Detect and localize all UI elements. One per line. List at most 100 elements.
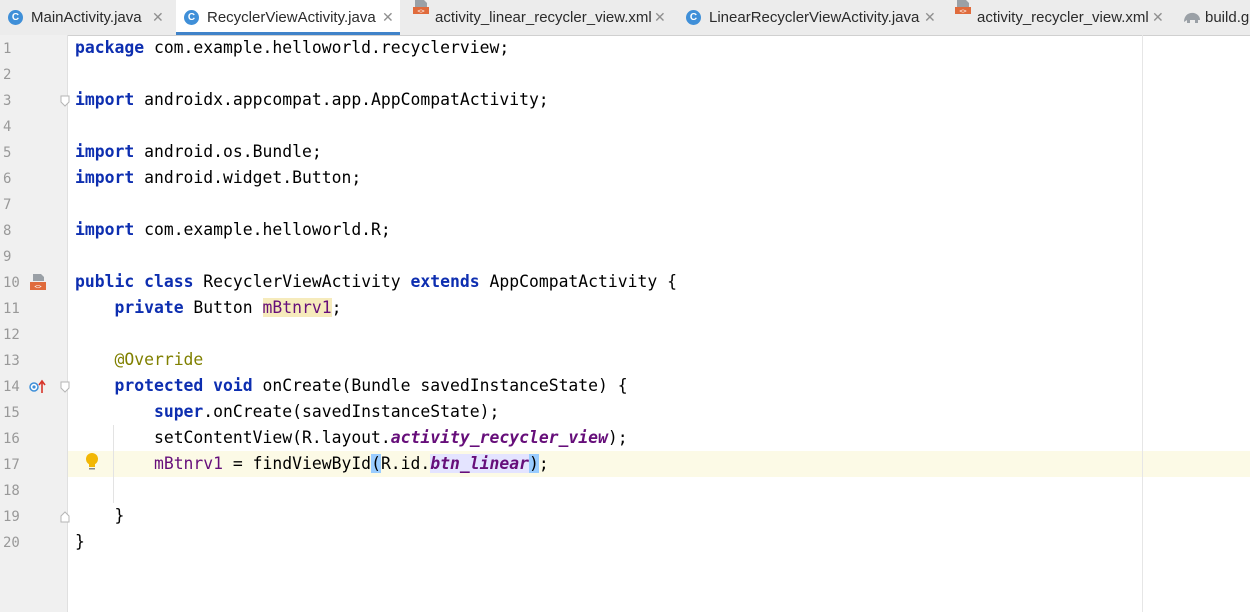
- code-line: import android.os.Bundle;: [75, 139, 322, 165]
- code-text: ;: [331, 298, 342, 317]
- class-name: RecyclerViewActivity: [193, 272, 411, 291]
- code-line: import androidx.appcompat.app.AppCompatA…: [75, 87, 549, 113]
- code-text: com.example.helloworld.recyclerview;: [144, 38, 510, 57]
- line-number: 15: [3, 405, 20, 421]
- line-number: 17: [3, 457, 20, 473]
- line-number: 5: [3, 145, 12, 161]
- code-line: }: [75, 503, 124, 529]
- gradle-elephant-icon: [1184, 12, 1200, 23]
- code-line: import android.widget.Button;: [75, 165, 361, 191]
- tab-label: activity_linear_recycler_view.xml: [435, 9, 652, 26]
- tab-activity-recycler-view-xml[interactable]: <> activity_recycler_view.xml ✕: [946, 0, 1174, 35]
- code-text: }: [114, 506, 125, 525]
- tab-label: LinearRecyclerViewActivity.java: [709, 9, 920, 26]
- code-line-current: mBtnrv1 = findViewById(R.id.btn_linear);: [75, 451, 549, 477]
- keyword: import: [75, 90, 135, 109]
- keyword: class: [144, 272, 194, 291]
- tab-mainactivity-java[interactable]: C MainActivity.java ✕: [0, 0, 172, 35]
- code-text: setContentView(R.layout.: [153, 428, 391, 447]
- code-line: setContentView(R.layout.activity_recycle…: [75, 425, 628, 451]
- close-icon[interactable]: ✕: [1152, 0, 1164, 35]
- java-class-icon: C: [8, 10, 23, 25]
- line-number: 18: [3, 483, 20, 499]
- editor-tab-bar: C MainActivity.java ✕ C RecyclerViewActi…: [0, 0, 1250, 36]
- keyword: super: [153, 402, 204, 421]
- code-line: @Override: [75, 347, 203, 373]
- tab-label: build.g: [1205, 9, 1250, 26]
- svg-text:<>: <>: [417, 8, 425, 15]
- close-icon[interactable]: ✕: [382, 0, 394, 35]
- code-line: private Button mBtnrv1;: [75, 295, 341, 321]
- field-name: mBtnrv1: [153, 454, 224, 473]
- code-text: android.widget.Button;: [134, 168, 362, 187]
- matched-paren: (: [371, 454, 381, 473]
- svg-text:<>: <>: [959, 8, 967, 15]
- line-number: 10: [3, 275, 20, 291]
- resource-ref: btn_linear: [430, 454, 529, 473]
- layout-xml-icon[interactable]: <>: [29, 273, 47, 291]
- close-icon[interactable]: ✕: [924, 0, 936, 35]
- code-line: super.onCreate(savedInstanceState);: [75, 399, 499, 425]
- keyword: package: [75, 38, 145, 57]
- line-number: 16: [3, 431, 20, 447]
- line-number: 13: [3, 353, 20, 369]
- line-number: 6: [3, 171, 12, 187]
- code-text: R.id.: [380, 454, 431, 473]
- line-number: 14: [3, 379, 20, 395]
- code-text: AppCompatActivity {: [479, 272, 677, 291]
- resource-ref: activity_recycler_view: [390, 428, 608, 447]
- tab-recyclerviewactivity-java[interactable]: C RecyclerViewActivity.java ✕: [176, 0, 400, 35]
- code-line: public class RecyclerViewActivity extend…: [75, 269, 677, 295]
- field-name: mBtnrv1: [262, 298, 332, 317]
- tab-activity-linear-recycler-view-xml[interactable]: <> activity_linear_recycler_view.xml ✕: [404, 0, 678, 35]
- annotation: @Override: [114, 350, 204, 369]
- code-text: onCreate(Bundle savedInstanceState) {: [252, 376, 628, 395]
- matched-paren: ): [528, 454, 539, 473]
- svg-text:<>: <>: [34, 284, 42, 291]
- code-text: );: [607, 428, 628, 447]
- code-line: }: [75, 529, 85, 555]
- keyword: import: [75, 142, 135, 161]
- keyword: protected: [114, 376, 204, 395]
- java-class-icon: C: [686, 10, 701, 25]
- line-number: 11: [3, 301, 20, 317]
- line-number: 9: [3, 249, 12, 265]
- line-number: 12: [3, 327, 20, 343]
- keyword: public: [75, 272, 135, 291]
- code-text: .onCreate(savedInstanceState);: [203, 402, 500, 421]
- line-number: 1: [3, 41, 12, 57]
- line-number: 20: [3, 535, 20, 551]
- code-text: = findViewById: [223, 454, 372, 473]
- code-line: package com.example.helloworld.recyclerv…: [75, 35, 509, 61]
- keyword: private: [114, 298, 184, 317]
- java-class-icon: C: [184, 10, 199, 25]
- line-number: 3: [3, 93, 12, 109]
- right-margin-guide: [1142, 35, 1143, 612]
- tab-label: RecyclerViewActivity.java: [207, 9, 376, 26]
- editor-gutter: 1 2 3 4 5 6 7 8 9 10 11 12 13 14 15 16 1…: [0, 35, 70, 612]
- code-editor[interactable]: package com.example.helloworld.recyclerv…: [68, 35, 1250, 612]
- keyword: extends: [410, 272, 480, 291]
- code-text: }: [75, 532, 85, 551]
- code-line: import com.example.helloworld.R;: [75, 217, 391, 243]
- code-text: android.os.Bundle;: [134, 142, 322, 161]
- keyword: void: [213, 376, 253, 395]
- line-number: 7: [3, 197, 12, 213]
- line-number: 19: [3, 509, 20, 525]
- line-number: 2: [3, 67, 12, 83]
- code-line: protected void onCreate(Bundle savedInst…: [75, 373, 628, 399]
- tab-linearrecyclerviewactivity-java[interactable]: C LinearRecyclerViewActivity.java ✕: [678, 0, 946, 35]
- close-icon[interactable]: ✕: [654, 0, 666, 35]
- override-method-icon[interactable]: [29, 378, 47, 394]
- tab-build-gradle[interactable]: build.g: [1174, 0, 1250, 35]
- xml-file-icon: <>: [413, 0, 429, 15]
- keyword: import: [75, 220, 135, 239]
- xml-file-icon: <>: [955, 0, 971, 15]
- type-name: Button: [183, 298, 263, 317]
- line-number: 8: [3, 223, 12, 239]
- close-icon[interactable]: ✕: [152, 0, 164, 35]
- code-text: com.example.helloworld.R;: [134, 220, 391, 239]
- code-text: ;: [538, 454, 549, 473]
- keyword: import: [75, 168, 135, 187]
- code-text: androidx.appcompat.app.AppCompatActivity…: [134, 90, 549, 109]
